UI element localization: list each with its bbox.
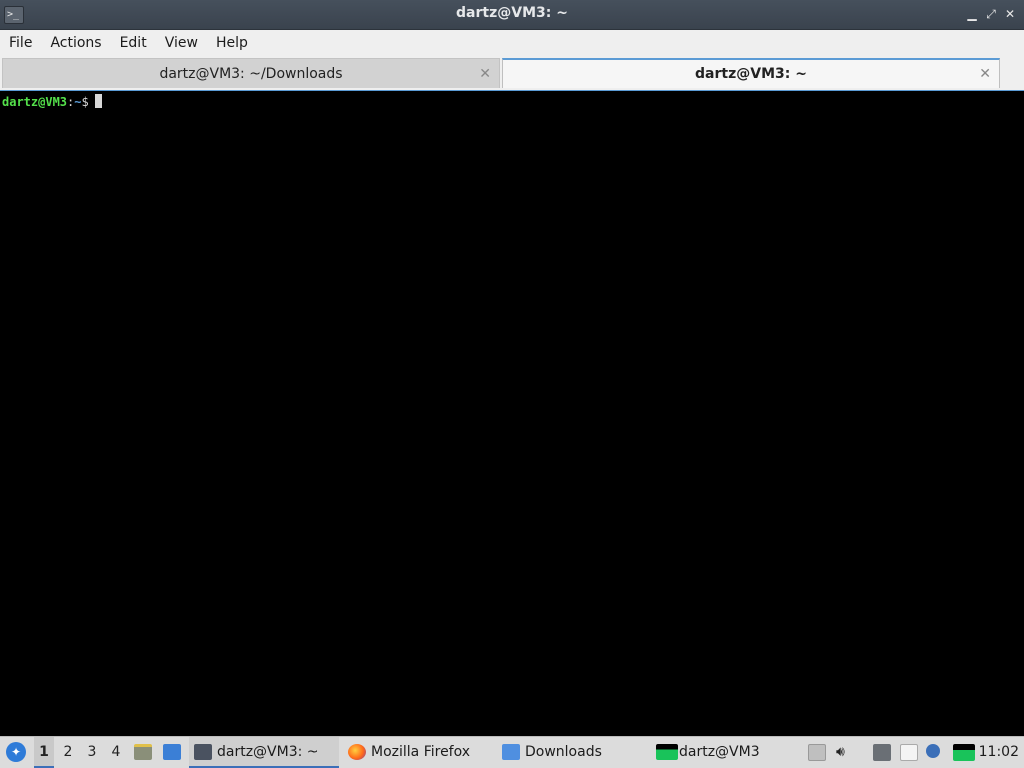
- menu-view[interactable]: View: [156, 30, 207, 56]
- task-label: Mozilla Firefox: [371, 744, 471, 760]
- tab-label: dartz@VM3: ~: [695, 66, 807, 82]
- clock[interactable]: 11:02: [979, 737, 1019, 768]
- task-terminal-2[interactable]: dartz@VM3: [651, 737, 801, 768]
- menu-file[interactable]: File: [0, 30, 41, 56]
- taskbar: ✦ 1 2 3 4 dartz@VM3: ~ Mozilla Firefox D…: [0, 736, 1024, 768]
- terminal-area[interactable]: dartz@VM3:~$: [0, 90, 1024, 736]
- task-terminal[interactable]: dartz@VM3: ~: [189, 737, 339, 768]
- terminal-icon: [194, 744, 212, 760]
- menu-actions[interactable]: Actions: [41, 30, 110, 56]
- desktop-1[interactable]: 1: [34, 737, 54, 768]
- prompt-line: dartz@VM3:~$: [2, 94, 102, 110]
- start-menu-icon[interactable]: ✦: [6, 742, 26, 762]
- tab-close-icon[interactable]: ✕: [979, 60, 991, 88]
- tab-bar: dartz@VM3: ~/Downloads ✕ dartz@VM3: ~ ✕: [0, 56, 1024, 90]
- monitor-icon[interactable]: [953, 744, 975, 761]
- terminal-green-icon: [656, 744, 678, 760]
- task-label: dartz@VM3: [679, 744, 760, 760]
- tab-downloads[interactable]: dartz@VM3: ~/Downloads ✕: [2, 58, 500, 88]
- desktop-4[interactable]: 4: [106, 737, 126, 768]
- text-cursor: [94, 94, 102, 108]
- task-label: Downloads: [525, 744, 602, 760]
- task-downloads[interactable]: Downloads: [497, 737, 647, 768]
- volume-icon[interactable]: 🔊︎: [836, 744, 854, 761]
- window-titlebar[interactable]: >_ dartz@VM3: ~ ▁ ⤢ ✕: [0, 0, 1024, 30]
- task-firefox[interactable]: Mozilla Firefox: [343, 737, 493, 768]
- menu-edit[interactable]: Edit: [111, 30, 156, 56]
- tab-home[interactable]: dartz@VM3: ~ ✕: [502, 58, 1000, 88]
- close-icon[interactable]: ✕: [1002, 6, 1018, 22]
- clipboard-icon[interactable]: [900, 744, 918, 761]
- desktop-2[interactable]: 2: [58, 737, 78, 768]
- maximize-icon[interactable]: ⤢: [983, 6, 999, 22]
- tab-label: dartz@VM3: ~/Downloads: [159, 66, 343, 82]
- task-label: dartz@VM3: ~: [217, 744, 319, 760]
- minimize-icon[interactable]: ▁: [964, 6, 980, 22]
- tray-scroll-icon[interactable]: [808, 744, 826, 761]
- prompt-symbol: $: [81, 95, 89, 109]
- file-manager-icon[interactable]: [134, 744, 152, 760]
- menu-help[interactable]: Help: [207, 30, 257, 56]
- show-desktop-icon[interactable]: [163, 744, 181, 760]
- firefox-icon: [348, 744, 366, 760]
- prompt-user: dartz@VM3: [2, 95, 68, 109]
- notification-icon[interactable]: [926, 744, 940, 758]
- tab-close-icon[interactable]: ✕: [479, 59, 491, 89]
- prompt-directory: ~: [74, 95, 82, 109]
- menu-bar: File Actions Edit View Help: [0, 30, 1024, 56]
- window-title: dartz@VM3: ~: [456, 5, 568, 21]
- desktop-3[interactable]: 3: [82, 737, 102, 768]
- network-icon[interactable]: [873, 744, 891, 761]
- folder-icon: [502, 744, 520, 760]
